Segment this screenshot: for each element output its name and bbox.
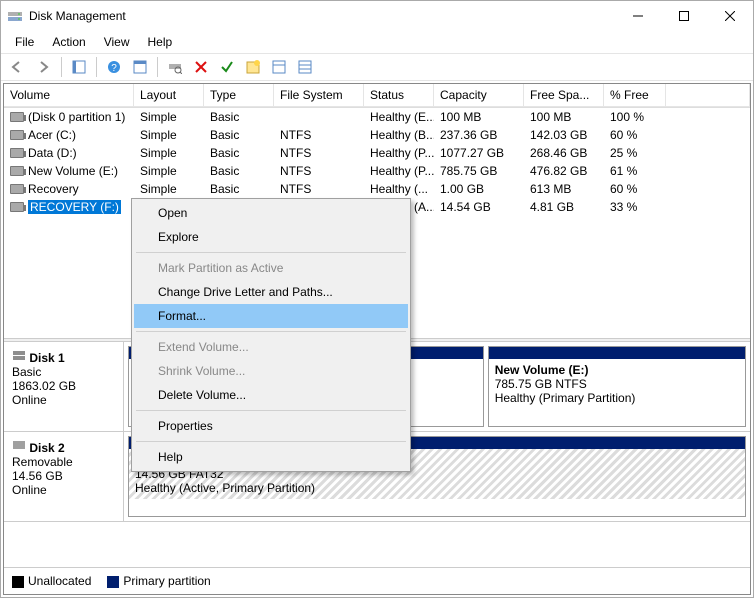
toolbar-divider	[157, 57, 158, 77]
find-button[interactable]	[164, 56, 186, 78]
ctx-extend: Extend Volume...	[134, 335, 408, 359]
volume-list-header: Volume Layout Type File System Status Ca…	[4, 84, 750, 108]
disk-type: Basic	[12, 365, 41, 379]
help-button[interactable]: ?	[103, 56, 125, 78]
drive-icon	[10, 130, 24, 140]
settings-button[interactable]	[129, 56, 151, 78]
disk-status: Online	[12, 393, 47, 407]
column-capacity[interactable]: Capacity	[434, 84, 524, 107]
ctx-separator	[136, 252, 406, 253]
ctx-properties[interactable]: Properties	[134, 414, 408, 438]
title-bar: Disk Management	[1, 1, 753, 31]
disk-type: Removable	[12, 455, 73, 469]
volume-row[interactable]: Acer (C:) Simple Basic NTFS Healthy (B..…	[4, 126, 750, 144]
ctx-separator	[136, 331, 406, 332]
legend: Unallocated Primary partition	[4, 567, 750, 594]
column-layout[interactable]: Layout	[134, 84, 204, 107]
volume-row[interactable]: New Volume (E:) Simple Basic NTFS Health…	[4, 162, 750, 180]
ctx-format[interactable]: Format...	[134, 304, 408, 328]
disk-icon	[12, 438, 26, 452]
disk-size: 14.56 GB	[12, 469, 63, 483]
partition-line2: 785.75 GB NTFS	[495, 377, 587, 391]
drive-icon	[10, 112, 24, 122]
partition-newvolume[interactable]: New Volume (E:) 785.75 GB NTFS Healthy (…	[488, 346, 746, 427]
svg-text:?: ?	[111, 63, 117, 74]
drive-icon	[10, 184, 24, 194]
legend-swatch-black	[12, 576, 24, 588]
column-extra	[666, 84, 750, 107]
close-button[interactable]	[707, 1, 753, 31]
disk-header[interactable]: Disk 2 Removable 14.56 GB Online	[4, 432, 124, 521]
graph-empty	[4, 522, 750, 567]
ctx-shrink: Shrink Volume...	[134, 359, 408, 383]
context-menu: Open Explore Mark Partition as Active Ch…	[131, 198, 411, 472]
column-volume[interactable]: Volume	[4, 84, 134, 107]
delete-button[interactable]	[190, 56, 212, 78]
column-type[interactable]: Type	[204, 84, 274, 107]
disk-name: Disk 2	[29, 441, 64, 455]
check-button[interactable]	[216, 56, 238, 78]
ctx-open[interactable]: Open	[134, 201, 408, 225]
disk-name: Disk 1	[29, 351, 64, 365]
column-pctfree[interactable]: % Free	[604, 84, 666, 107]
ctx-delete[interactable]: Delete Volume...	[134, 383, 408, 407]
partition-line3: Healthy (Active, Primary Partition)	[135, 481, 315, 495]
properties-button[interactable]	[268, 56, 290, 78]
volume-row[interactable]: (Disk 0 partition 1) Simple Basic Health…	[4, 108, 750, 126]
volume-row[interactable]: Recovery Simple Basic NTFS Healthy (... …	[4, 180, 750, 198]
view-button[interactable]	[68, 56, 90, 78]
maximize-button[interactable]	[661, 1, 707, 31]
ctx-separator	[136, 441, 406, 442]
disk-header[interactable]: Disk 1 Basic 1863.02 GB Online	[4, 342, 124, 431]
back-button[interactable]	[7, 56, 29, 78]
ctx-separator	[136, 410, 406, 411]
ctx-help[interactable]: Help	[134, 445, 408, 469]
menu-view[interactable]: View	[96, 33, 138, 51]
toolbar-divider	[96, 57, 97, 77]
disk-size: 1863.02 GB	[12, 379, 76, 393]
window-controls	[615, 1, 753, 31]
drive-icon	[10, 148, 24, 158]
disk-status: Online	[12, 483, 47, 497]
menu-bar: File Action View Help	[1, 31, 753, 53]
menu-help[interactable]: Help	[140, 33, 181, 51]
column-status[interactable]: Status	[364, 84, 434, 107]
partition-line3: Healthy (Primary Partition)	[495, 391, 636, 405]
menu-action[interactable]: Action	[44, 33, 93, 51]
forward-button[interactable]	[33, 56, 55, 78]
partition-bar	[489, 347, 745, 359]
ctx-change-letter[interactable]: Change Drive Letter and Paths...	[134, 280, 408, 304]
volume-row[interactable]: Data (D:) Simple Basic NTFS Healthy (P..…	[4, 144, 750, 162]
disk-icon	[12, 348, 26, 362]
list-button[interactable]	[294, 56, 316, 78]
ctx-mark-active: Mark Partition as Active	[134, 256, 408, 280]
window-title: Disk Management	[29, 9, 615, 23]
app-icon	[7, 8, 23, 24]
column-freespace[interactable]: Free Spa...	[524, 84, 604, 107]
column-filesystem[interactable]: File System	[274, 84, 364, 107]
toolbar-divider	[61, 57, 62, 77]
drive-icon	[10, 166, 24, 176]
partition-title: New Volume (E:)	[495, 363, 589, 377]
drive-icon	[10, 202, 24, 212]
ctx-explore[interactable]: Explore	[134, 225, 408, 249]
new-button[interactable]	[242, 56, 264, 78]
toolbar: ?	[1, 53, 753, 81]
disk-management-window: Disk Management File Action View Help ?	[0, 0, 754, 598]
menu-file[interactable]: File	[7, 33, 42, 51]
legend-swatch-primary	[107, 576, 119, 588]
legend-item-unallocated: Unallocated	[12, 574, 91, 588]
legend-item-primary: Primary partition	[107, 574, 210, 588]
minimize-button[interactable]	[615, 1, 661, 31]
